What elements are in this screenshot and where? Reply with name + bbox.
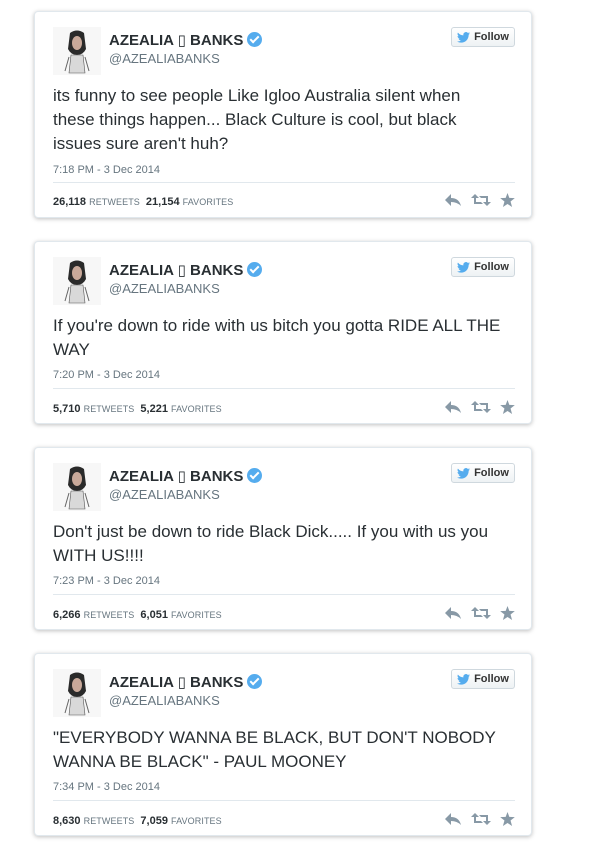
twitter-bird-icon bbox=[457, 673, 471, 685]
tweet-text: "EVERYBODY WANNA BE BLACK, BUT DON'T NOB… bbox=[53, 728, 496, 771]
tweet-actions bbox=[444, 606, 515, 620]
retweet-count[interactable]: 8,630 bbox=[53, 815, 81, 827]
author-name[interactable]: AZEALIA ▯ BANKS bbox=[109, 31, 263, 49]
author-name[interactable]: AZEALIA ▯ BANKS bbox=[109, 673, 263, 691]
divider bbox=[53, 388, 515, 389]
favorite-star-icon[interactable] bbox=[500, 400, 515, 414]
retweet-count[interactable]: 6,266 bbox=[53, 609, 81, 621]
reply-icon[interactable] bbox=[444, 193, 462, 207]
tweet-stats: 5,710 RETWEETS 5,221 FAVORITES bbox=[53, 403, 222, 415]
reply-icon[interactable] bbox=[444, 606, 462, 620]
author-handle[interactable]: @AZEALIABANKS bbox=[109, 487, 220, 502]
avatar-image bbox=[53, 27, 101, 75]
favorite-star-icon[interactable] bbox=[500, 606, 515, 620]
retweets-label: RETWEETS bbox=[83, 816, 135, 826]
tweet-timestamp[interactable]: 7:18 PM - 3 Dec 2014 bbox=[53, 164, 160, 176]
divider bbox=[53, 800, 515, 801]
tweet-card: AZEALIA ▯ BANKS @AZEALIABANKS Follow If … bbox=[34, 241, 532, 424]
tweet-timestamp[interactable]: 7:34 PM - 3 Dec 2014 bbox=[53, 781, 160, 793]
avatar[interactable] bbox=[53, 257, 101, 305]
tweet-stats: 6,266 RETWEETS 6,051 FAVORITES bbox=[53, 609, 222, 621]
favorites-label: FAVORITES bbox=[171, 610, 222, 620]
verified-badge-icon bbox=[247, 468, 263, 483]
follow-label: Follow bbox=[474, 261, 509, 273]
favorites-label: FAVORITES bbox=[182, 197, 234, 207]
twitter-bird-icon bbox=[457, 31, 471, 43]
divider bbox=[53, 182, 515, 183]
favorites-label: FAVORITES bbox=[171, 404, 222, 414]
author-name[interactable]: AZEALIA ▯ BANKS bbox=[109, 261, 263, 279]
follow-label: Follow bbox=[474, 673, 509, 685]
divider bbox=[53, 594, 515, 595]
follow-label: Follow bbox=[474, 467, 509, 479]
author-handle[interactable]: @AZEALIABANKS bbox=[109, 281, 220, 296]
verified-badge-icon bbox=[247, 32, 263, 47]
retweets-label: RETWEETS bbox=[83, 404, 135, 414]
follow-button[interactable]: Follow bbox=[451, 257, 515, 277]
author-handle[interactable]: @AZEALIABANKS bbox=[109, 51, 220, 66]
verified-badge-icon bbox=[247, 674, 263, 689]
tweet-stats: 26,118 RETWEETS 21,154 FAVORITES bbox=[53, 196, 233, 208]
avatar-image bbox=[53, 463, 101, 511]
favorite-star-icon[interactable] bbox=[500, 193, 515, 207]
avatar-image bbox=[53, 257, 101, 305]
retweet-icon[interactable] bbox=[471, 400, 491, 414]
retweet-icon[interactable] bbox=[471, 193, 491, 207]
tweet-text: its funny to see people Like Igloo Austr… bbox=[53, 86, 461, 153]
tweet-feed: AZEALIA ▯ BANKS @AZEALIABANKS Follow its… bbox=[0, 0, 593, 844]
twitter-bird-icon bbox=[457, 467, 471, 479]
reply-icon[interactable] bbox=[444, 812, 462, 826]
avatar[interactable] bbox=[53, 463, 101, 511]
retweets-label: RETWEETS bbox=[89, 197, 140, 207]
retweet-count[interactable]: 5,710 bbox=[53, 403, 81, 415]
follow-button[interactable]: Follow bbox=[451, 463, 515, 483]
favorites-label: FAVORITES bbox=[171, 816, 222, 826]
tweet-stats: 8,630 RETWEETS 7,059 FAVORITES bbox=[53, 815, 222, 827]
tweet-card: AZEALIA ▯ BANKS @AZEALIABANKS Follow Don… bbox=[34, 447, 532, 630]
author-handle[interactable]: @AZEALIABANKS bbox=[109, 693, 220, 708]
tweet-card: AZEALIA ▯ BANKS @AZEALIABANKS Follow its… bbox=[34, 11, 532, 218]
favorite-count[interactable]: 6,051 bbox=[140, 609, 168, 621]
favorite-count[interactable]: 21,154 bbox=[146, 196, 180, 208]
tweet-actions bbox=[444, 812, 515, 826]
tweet-card: AZEALIA ▯ BANKS @AZEALIABANKS Follow "EV… bbox=[34, 653, 532, 836]
tweet-text: If you're down to ride with us bitch you… bbox=[53, 316, 501, 359]
tweet-text: Don't just be down to ride Black Dick...… bbox=[53, 522, 489, 565]
twitter-bird-icon bbox=[457, 261, 471, 273]
favorite-count[interactable]: 5,221 bbox=[140, 403, 168, 415]
avatar-image bbox=[53, 669, 101, 717]
follow-label: Follow bbox=[474, 31, 509, 43]
retweet-count[interactable]: 26,118 bbox=[53, 196, 86, 208]
retweets-label: RETWEETS bbox=[83, 610, 135, 620]
avatar[interactable] bbox=[53, 669, 101, 717]
tweet-actions bbox=[444, 193, 515, 207]
verified-badge-icon bbox=[247, 262, 263, 277]
follow-button[interactable]: Follow bbox=[451, 669, 515, 689]
reply-icon[interactable] bbox=[444, 400, 462, 414]
avatar[interactable] bbox=[53, 27, 101, 75]
favorite-count[interactable]: 7,059 bbox=[140, 815, 168, 827]
retweet-icon[interactable] bbox=[471, 812, 491, 826]
follow-button[interactable]: Follow bbox=[451, 27, 515, 47]
tweet-timestamp[interactable]: 7:23 PM - 3 Dec 2014 bbox=[53, 575, 160, 587]
tweet-actions bbox=[444, 400, 515, 414]
tweet-timestamp[interactable]: 7:20 PM - 3 Dec 2014 bbox=[53, 369, 160, 381]
author-name[interactable]: AZEALIA ▯ BANKS bbox=[109, 467, 263, 485]
favorite-star-icon[interactable] bbox=[500, 812, 515, 826]
retweet-icon[interactable] bbox=[471, 606, 491, 620]
